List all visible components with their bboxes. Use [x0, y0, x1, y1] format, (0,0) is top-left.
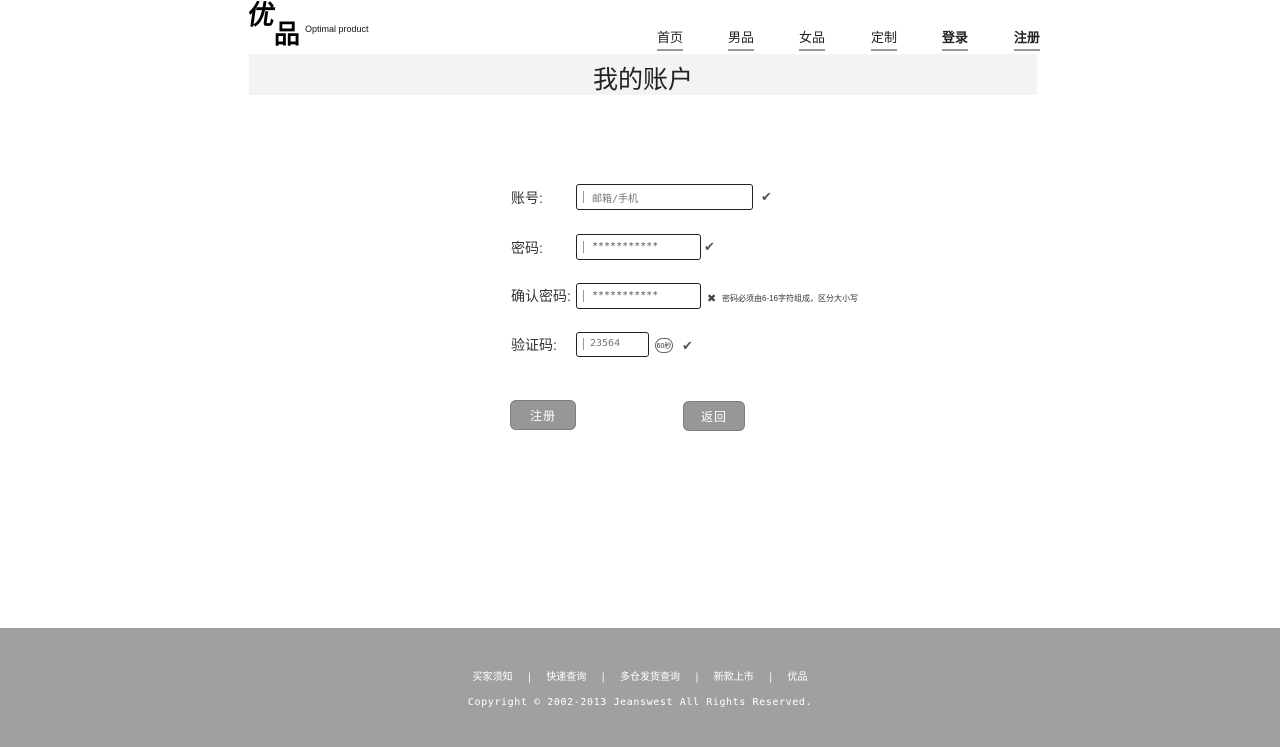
captcha-timer-button[interactable]: 60秒 — [655, 338, 673, 353]
footer-separator: | — [527, 672, 532, 683]
account-input[interactable]: 邮箱/手机 — [576, 184, 753, 210]
captcha-value: 23564 — [590, 338, 621, 349]
title-bar: 我的账户 — [249, 54, 1037, 95]
text-caret — [583, 338, 584, 350]
footer-separator: | — [695, 672, 699, 683]
nav-men[interactable]: 男品 — [728, 27, 755, 51]
captcha-label: 验证码: — [511, 337, 557, 353]
password-error-message: 密码必须由6-16字符组成，区分大小写 — [722, 294, 859, 303]
check-icon: ✔ — [704, 240, 715, 255]
footer-link-express-query[interactable]: 快递查询 — [546, 672, 586, 683]
text-caret — [583, 191, 584, 203]
nav-register[interactable]: 注册 — [1014, 27, 1041, 51]
nav-login[interactable]: 登录 — [942, 27, 969, 51]
check-icon: ✔ — [761, 190, 772, 205]
copyright: Copyright © 2002-2013 Jeanswest All Righ… — [467, 697, 813, 708]
confirm-password-input[interactable]: *********** — [576, 283, 701, 309]
nav-women[interactable]: 女品 — [799, 27, 826, 51]
check-icon: ✔ — [682, 339, 693, 354]
footer: 买家须知 | 快递查询 | 多仓发货查询 | 新款上市 | 优品 Copyrig… — [0, 628, 1280, 747]
cross-icon: ✖ — [707, 292, 717, 305]
footer-link-buyer-notice[interactable]: 买家须知 — [473, 672, 513, 683]
password-input[interactable]: *********** — [576, 234, 701, 260]
nav-home[interactable]: 首页 — [657, 27, 684, 51]
back-button[interactable]: 返回 — [683, 401, 745, 431]
footer-links: 买家须知 | 快递查询 | 多仓发货查询 | 新款上市 | 优品 — [0, 668, 1280, 683]
nav-custom[interactable]: 定制 — [871, 27, 898, 51]
page-title: 我的账户 — [592, 66, 693, 94]
footer-separator: | — [601, 672, 605, 683]
footer-separator: | — [768, 672, 773, 683]
account-label: 账号: — [511, 190, 543, 206]
text-caret — [583, 241, 584, 253]
text-caret — [583, 290, 584, 302]
confirm-password-label: 确认密码: — [511, 288, 571, 304]
account-placeholder: 邮箱/手机 — [592, 194, 639, 205]
register-button[interactable]: 注册 — [510, 400, 576, 430]
password-label: 密码: — [511, 240, 543, 256]
confirm-password-value: *********** — [592, 290, 659, 301]
footer-link-youpin[interactable]: 优品 — [788, 672, 808, 683]
logo-cn-1: 优 — [245, 0, 275, 31]
footer-link-new-arrivals[interactable]: 新款上市 — [714, 672, 754, 683]
main-nav: 首页 男品 女品 定制 登录 注册 — [0, 27, 1280, 51]
footer-link-warehouse-query[interactable]: 多仓发货查询 — [620, 672, 680, 683]
captcha-input[interactable]: 23564 — [576, 332, 649, 357]
password-value: *********** — [592, 241, 659, 252]
